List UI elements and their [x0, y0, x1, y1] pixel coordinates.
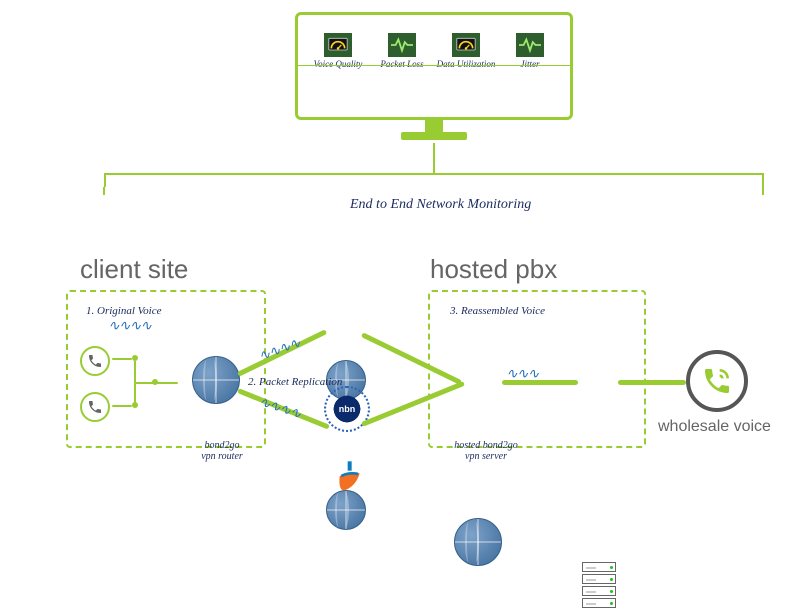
phone-link — [112, 405, 132, 407]
metric-jitter: Jitter — [500, 33, 560, 69]
step1-label: 1. Original Voice — [86, 305, 161, 317]
link-vert — [134, 361, 136, 383]
client-site-title: client site — [80, 254, 188, 285]
link-globe-rack — [502, 380, 578, 385]
router-label: bond2go vpn router — [192, 440, 252, 462]
monitor-screen: Voice Quality Packet Loss Data Utilizati… — [295, 12, 573, 120]
pulse-icon — [516, 33, 544, 57]
metric-packet-loss: Packet Loss — [372, 33, 432, 69]
gauge-icon — [452, 33, 480, 57]
server-rack-icon — [582, 562, 616, 612]
step2-label: 2. Packet Replication — [248, 376, 342, 388]
step3-label: 3. Reassembled Voice — [450, 305, 545, 317]
hosted-pbx-title: hosted pbx — [430, 254, 557, 285]
link-rack-wholesale — [618, 380, 686, 385]
phone-icon — [80, 392, 110, 422]
monitor-stand-base — [401, 132, 467, 140]
phone-icon — [80, 346, 110, 376]
signal-wave: ∿∿∿∿ — [108, 318, 151, 335]
metric-label: Jitter — [521, 59, 540, 69]
nbn-text: nbn — [339, 404, 356, 414]
metric-voice-quality: Voice Quality — [308, 33, 368, 69]
metric-label: Data Utilization — [437, 59, 496, 69]
link-dot — [152, 379, 158, 385]
link-vert — [134, 384, 136, 404]
bracket-stub-left — [103, 187, 105, 195]
wholesale-voice-icon — [686, 350, 748, 412]
phone-link — [112, 358, 132, 360]
bracket-connector — [433, 143, 435, 173]
gauge-icon — [324, 33, 352, 57]
monitoring-bracket — [104, 173, 764, 187]
metric-data-utilization: Data Utilization — [436, 33, 496, 69]
wholesale-voice-label: wholesale voice — [658, 418, 771, 436]
globe-router-icon — [192, 356, 240, 404]
server-label: hosted bond2go vpn server — [446, 440, 526, 462]
bracket-stub-right — [762, 187, 764, 195]
nbn-logo: nbn — [330, 392, 364, 426]
globe-server-icon — [454, 518, 502, 566]
metric-label: Packet Loss — [380, 59, 423, 69]
metric-label: Voice Quality — [314, 59, 363, 69]
bracket-label: End to End Network Monitoring — [350, 197, 531, 213]
telstra-logo — [335, 460, 363, 497]
pulse-icon — [388, 33, 416, 57]
